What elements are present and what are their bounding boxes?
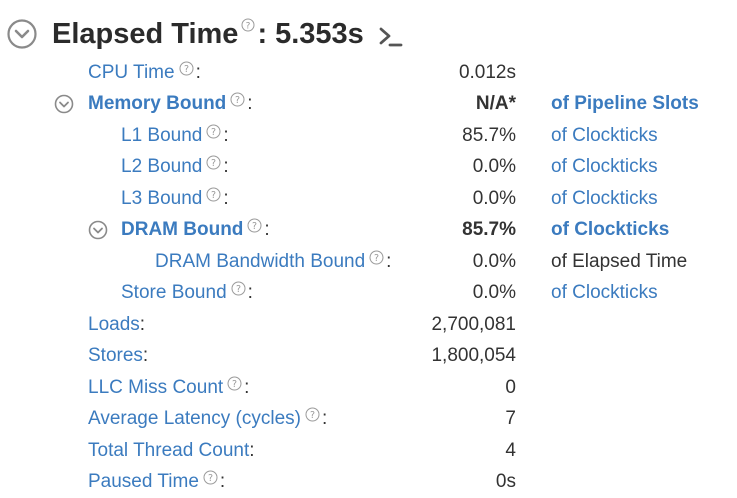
metric-row-llc-miss-count: LLC Miss Count ? : 0 [0,372,737,403]
metric-unit[interactable]: of Clockticks [551,120,658,151]
metric-value: 1,800,054 [431,345,516,366]
metric-row-paused-time: Paused Time ? : 0s [0,466,737,497]
metric-value: 0.0% [472,282,516,303]
title-colon: : [257,17,268,50]
metric-label[interactable]: L1 Bound [121,120,202,151]
metric-row-average-latency: Average Latency (cycles) ? : 7 [0,403,737,434]
metric-label[interactable]: CPU Time [88,57,175,88]
metric-unit[interactable]: of Clockticks [551,214,669,245]
metric-row-total-thread-count: Total Thread Count : 4 [0,435,737,466]
metric-label[interactable]: Stores [88,340,143,371]
svg-text:?: ? [252,221,257,232]
colon: : [139,314,146,335]
colon: : [195,62,201,83]
svg-text:?: ? [310,410,315,421]
help-icon[interactable]: ? [206,187,221,202]
metric-value: 0.0% [472,251,516,272]
elapsed-time-header: Elapsed Time ? : 5.353s [6,14,404,54]
svg-text:?: ? [211,190,216,201]
svg-text:?: ? [236,284,241,295]
metric-label[interactable]: Store Bound [121,277,227,308]
help-icon[interactable]: ? [203,470,218,485]
colon: : [223,125,229,146]
colon: : [264,219,270,240]
colon: : [244,377,250,398]
collapse-chevron-icon[interactable] [6,18,38,50]
svg-text:?: ? [208,473,213,484]
colon: : [142,345,149,366]
svg-text:?: ? [246,21,251,31]
help-icon[interactable]: ? [230,92,245,107]
metric-unit[interactable]: of Clockticks [551,183,658,214]
metric-row-dram-bandwidth-bound: DRAM Bandwidth Bound ? : 0.0% of Elapsed… [0,246,737,277]
metric-value: 85.7% [462,125,516,146]
svg-text:?: ? [374,253,379,264]
metric-value: 85.7% [462,219,516,240]
metric-label[interactable]: Paused Time [88,466,199,497]
metric-value: 0.0% [472,188,516,209]
colon: : [249,440,255,461]
metric-unit[interactable]: of Clockticks [551,151,658,182]
colon: : [321,408,328,429]
metric-row-store-bound: Store Bound ? : 0.0% of Clockticks [0,277,737,308]
help-icon[interactable]: ? [206,155,221,170]
metric-row-cpu-time: CPU Time ? : 0.012s [0,57,737,88]
svg-text:?: ? [184,64,189,75]
metric-unit[interactable]: of Clockticks [551,277,658,308]
help-icon[interactable]: ? [227,376,242,391]
colon: : [247,282,253,303]
colon: : [223,188,229,209]
metric-label[interactable]: Memory Bound [88,88,226,119]
metric-label[interactable]: Loads [88,309,140,340]
metric-value: 7 [505,408,516,429]
metric-value: 0.012s [458,62,516,83]
svg-text:?: ? [211,158,216,169]
metric-row-l2-bound: L2 Bound ? : 0.0% of Clockticks [0,151,737,182]
metric-value: N/A* [475,93,516,114]
metric-row-stores: Stores : 1,800,054 [0,340,737,371]
metric-label[interactable]: DRAM Bound [121,214,243,245]
help-icon[interactable]: ? [369,250,384,265]
metric-unit[interactable]: of Pipeline Slots [551,88,699,119]
collapse-chevron-icon[interactable] [54,94,74,114]
colon: : [386,251,392,272]
metric-value: 0 [505,377,516,398]
metric-label[interactable]: Total Thread Count [88,435,249,466]
metric-row-memory-bound: Memory Bound ? : N/A* of Pipeline Slots [0,88,737,119]
metric-row-loads: Loads : 2,700,081 [0,309,737,340]
metric-label[interactable]: L3 Bound [121,183,202,214]
svg-text:?: ? [211,127,216,138]
help-icon[interactable]: ? [305,407,320,422]
console-prompt-icon[interactable] [378,24,404,50]
metric-value: 0.0% [472,156,516,177]
metric-value: 4 [505,440,516,461]
elapsed-time-value: 5.353s [275,17,364,50]
metric-value: 0s [495,471,516,492]
svg-text:?: ? [232,379,237,390]
help-icon[interactable]: ? [231,281,246,296]
metric-value: 2,700,081 [431,314,516,335]
metric-row-dram-bound: DRAM Bound ? : 85.7% of Clockticks [0,214,737,245]
help-icon[interactable]: ? [179,61,194,76]
metric-label[interactable]: DRAM Bandwidth Bound [155,246,365,277]
metric-label[interactable]: L2 Bound [121,151,202,182]
page-title: Elapsed Time [52,17,239,50]
colon: : [223,156,229,177]
metric-label[interactable]: Average Latency (cycles) [88,403,301,434]
metric-row-l1-bound: L1 Bound ? : 85.7% of Clockticks [0,120,737,151]
colon: : [219,471,226,492]
colon: : [247,93,253,114]
metric-row-l3-bound: L3 Bound ? : 0.0% of Clockticks [0,183,737,214]
metric-unit: of Elapsed Time [551,251,688,272]
help-icon[interactable]: ? [206,124,221,139]
help-icon[interactable]: ? [247,218,262,233]
metric-label[interactable]: LLC Miss Count [88,372,223,403]
collapse-chevron-icon[interactable] [88,220,108,240]
help-icon[interactable]: ? [241,18,255,32]
svg-text:?: ? [235,95,240,106]
